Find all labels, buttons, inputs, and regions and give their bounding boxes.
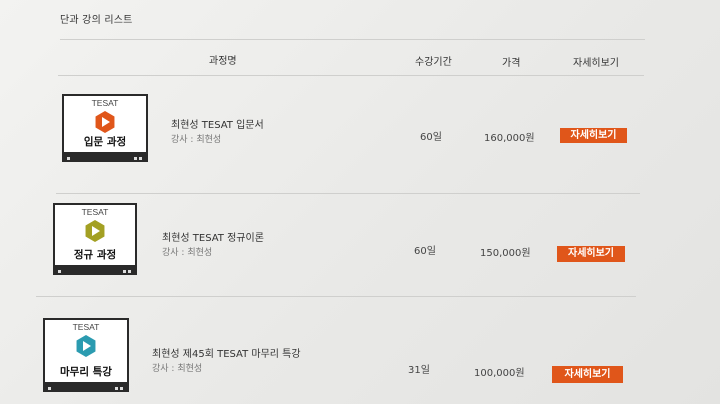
header-period: 수강기간 [415, 57, 452, 68]
header-bottom-divider [58, 75, 644, 76]
header-detail: 자세히보기 [573, 58, 619, 69]
course-instructor: 강사 : 최현성 [162, 248, 213, 258]
thumbnail-title: 입문 과정 [83, 136, 127, 148]
header-top-divider [60, 39, 645, 40]
course-title[interactable]: 최현성 TESAT 입문서 [171, 116, 264, 131]
thumbnail-brand: TESAT [91, 98, 119, 108]
course-price: 100,000원 [474, 368, 525, 379]
thumbnail-dots [123, 270, 132, 273]
section-title: 단과 강의 리스트 [60, 15, 133, 26]
thumbnail-dot [58, 270, 61, 273]
course-price: 160,000원 [484, 133, 535, 144]
play-hexagon-icon [76, 335, 96, 357]
detail-button[interactable]: 자세히보기 [560, 128, 627, 143]
thumbnail-dots [134, 157, 143, 160]
detail-button[interactable]: 자세히보기 [552, 366, 623, 383]
course-instructor: 강사 : 최현성 [171, 135, 222, 145]
header-price: 가격 [502, 58, 521, 69]
course-title[interactable]: 최현성 제45회 TESAT 마무리 특강 [152, 345, 301, 360]
thumbnail-title: 정규 과정 [73, 249, 117, 261]
thumbnail-title: 마무리 특강 [60, 366, 112, 378]
course-thumbnail[interactable]: TESAT 마무리 특강 [43, 318, 129, 392]
thumbnail-dot [67, 157, 70, 160]
play-hexagon-icon [85, 220, 105, 242]
course-period: 31일 [408, 365, 430, 376]
course-price: 150,000원 [480, 248, 531, 259]
thumbnail-dots [115, 387, 124, 390]
row-divider [56, 193, 640, 194]
course-period: 60일 [420, 132, 442, 143]
thumbnail-brand: TESAT [72, 322, 100, 332]
course-thumbnail[interactable]: TESAT 입문 과정 [62, 94, 148, 162]
play-hexagon-icon [95, 111, 115, 133]
course-thumbnail[interactable]: TESAT 정규 과정 [53, 203, 137, 275]
course-title[interactable]: 최현성 TESAT 정규이론 [162, 229, 264, 244]
course-instructor: 강사 : 최현성 [152, 364, 203, 374]
row-divider [36, 296, 636, 297]
course-period: 60일 [414, 246, 436, 257]
thumbnail-brand: TESAT [81, 207, 109, 217]
detail-button[interactable]: 자세히보기 [557, 246, 625, 262]
thumbnail-dot [48, 387, 51, 390]
header-course-name: 과정명 [209, 56, 237, 67]
